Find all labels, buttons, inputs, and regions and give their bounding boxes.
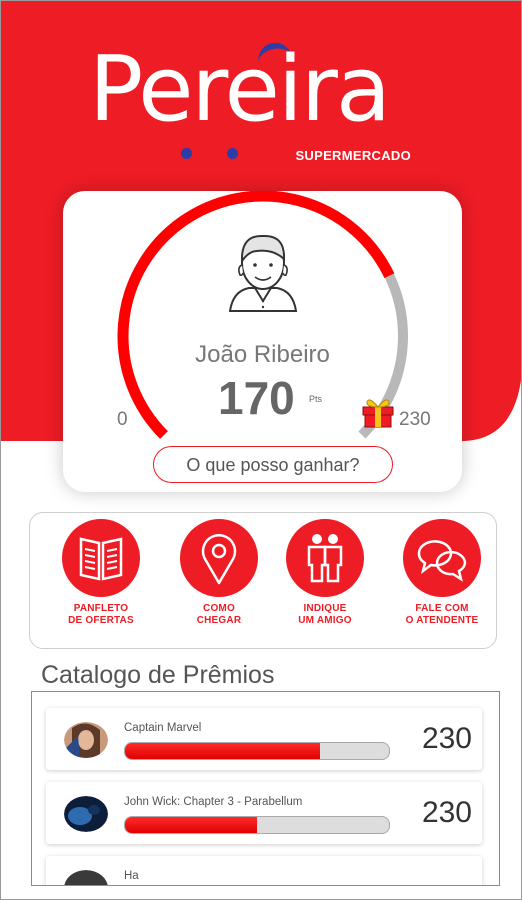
prize-thumbnail: [64, 870, 108, 885]
flyer-button[interactable]: PANFLETO DE OFERTAS: [46, 519, 156, 627]
map-pin-icon: [180, 519, 258, 597]
catalog-title: Catalogo de Prêmios: [41, 661, 275, 689]
quick-actions: PANFLETO DE OFERTAS COMO CHEGAR INDIQUE U: [29, 512, 497, 649]
prize-progress-fill: [125, 817, 257, 833]
flyer-label-1: PANFLETO: [73, 603, 129, 614]
prize-name: Captain Marvel: [124, 722, 202, 734]
prize-thumbnail: [64, 796, 108, 832]
user-avatar-icon: [228, 234, 298, 312]
points-value: 170: [218, 372, 295, 424]
gauge-max-label: 230: [399, 409, 431, 430]
prize-name: John Wick: Chapter 3 - Parabellum: [124, 796, 303, 808]
refer-label-2: UM AMIGO: [298, 615, 352, 626]
brand-logo: Pereira SUPERMERCADO: [89, 37, 429, 170]
refer-friend-button[interactable]: INDIQUE UM AMIGO: [270, 519, 380, 627]
prize-thumbnail: [64, 722, 108, 758]
prize-item[interactable]: John Wick: Chapter 3 - Parabellum 230: [46, 782, 482, 844]
cart-wheel-icon: [227, 148, 238, 159]
refer-label-1: INDIQUE: [303, 603, 347, 614]
contact-label-1: FALE COM: [415, 603, 469, 614]
prize-points: 230: [421, 796, 472, 829]
points-unit: Pts: [309, 394, 323, 404]
what-can-i-win-button[interactable]: O que posso ganhar?: [153, 446, 393, 483]
prize-item[interactable]: Ha: [46, 856, 482, 885]
brand-subtitle: SUPERMERCADO: [295, 148, 411, 163]
flyer-label-2: DE OFERTAS: [68, 615, 134, 626]
contact-attendant-button[interactable]: FALE COM O ATENDENTE: [387, 519, 497, 627]
prize-points: 230: [421, 722, 472, 755]
prize-catalog-list[interactable]: Captain Marvel 230 John Wick: Chapter 3 …: [31, 691, 500, 886]
directions-button[interactable]: COMO CHEGAR: [164, 519, 274, 627]
app-screen: Pereira SUPERMERCADO João Ribeiro 170 Pt…: [0, 0, 522, 900]
chat-bubbles-icon: [403, 519, 481, 597]
newspaper-icon: [62, 519, 140, 597]
directions-label-1: COMO: [203, 603, 235, 614]
prize-progress-bar: [124, 742, 390, 760]
contact-label-2: O ATENDENTE: [405, 615, 479, 626]
directions-label-2: CHEGAR: [196, 615, 242, 626]
profile-card: João Ribeiro 170 Pts 0 230 O que posso g…: [63, 191, 462, 492]
cart-wheel-icon: [181, 148, 192, 159]
brand-name: Pereira: [89, 37, 391, 142]
user-name: João Ribeiro: [195, 341, 330, 368]
gauge-min-label: 0: [117, 409, 128, 430]
prize-item[interactable]: Captain Marvel 230: [46, 708, 482, 770]
prize-name: Ha: [124, 870, 139, 882]
prize-progress-bar: [124, 816, 390, 834]
prize-progress-fill: [125, 743, 321, 759]
gift-icon: [362, 399, 394, 428]
people-icon: [286, 519, 364, 597]
